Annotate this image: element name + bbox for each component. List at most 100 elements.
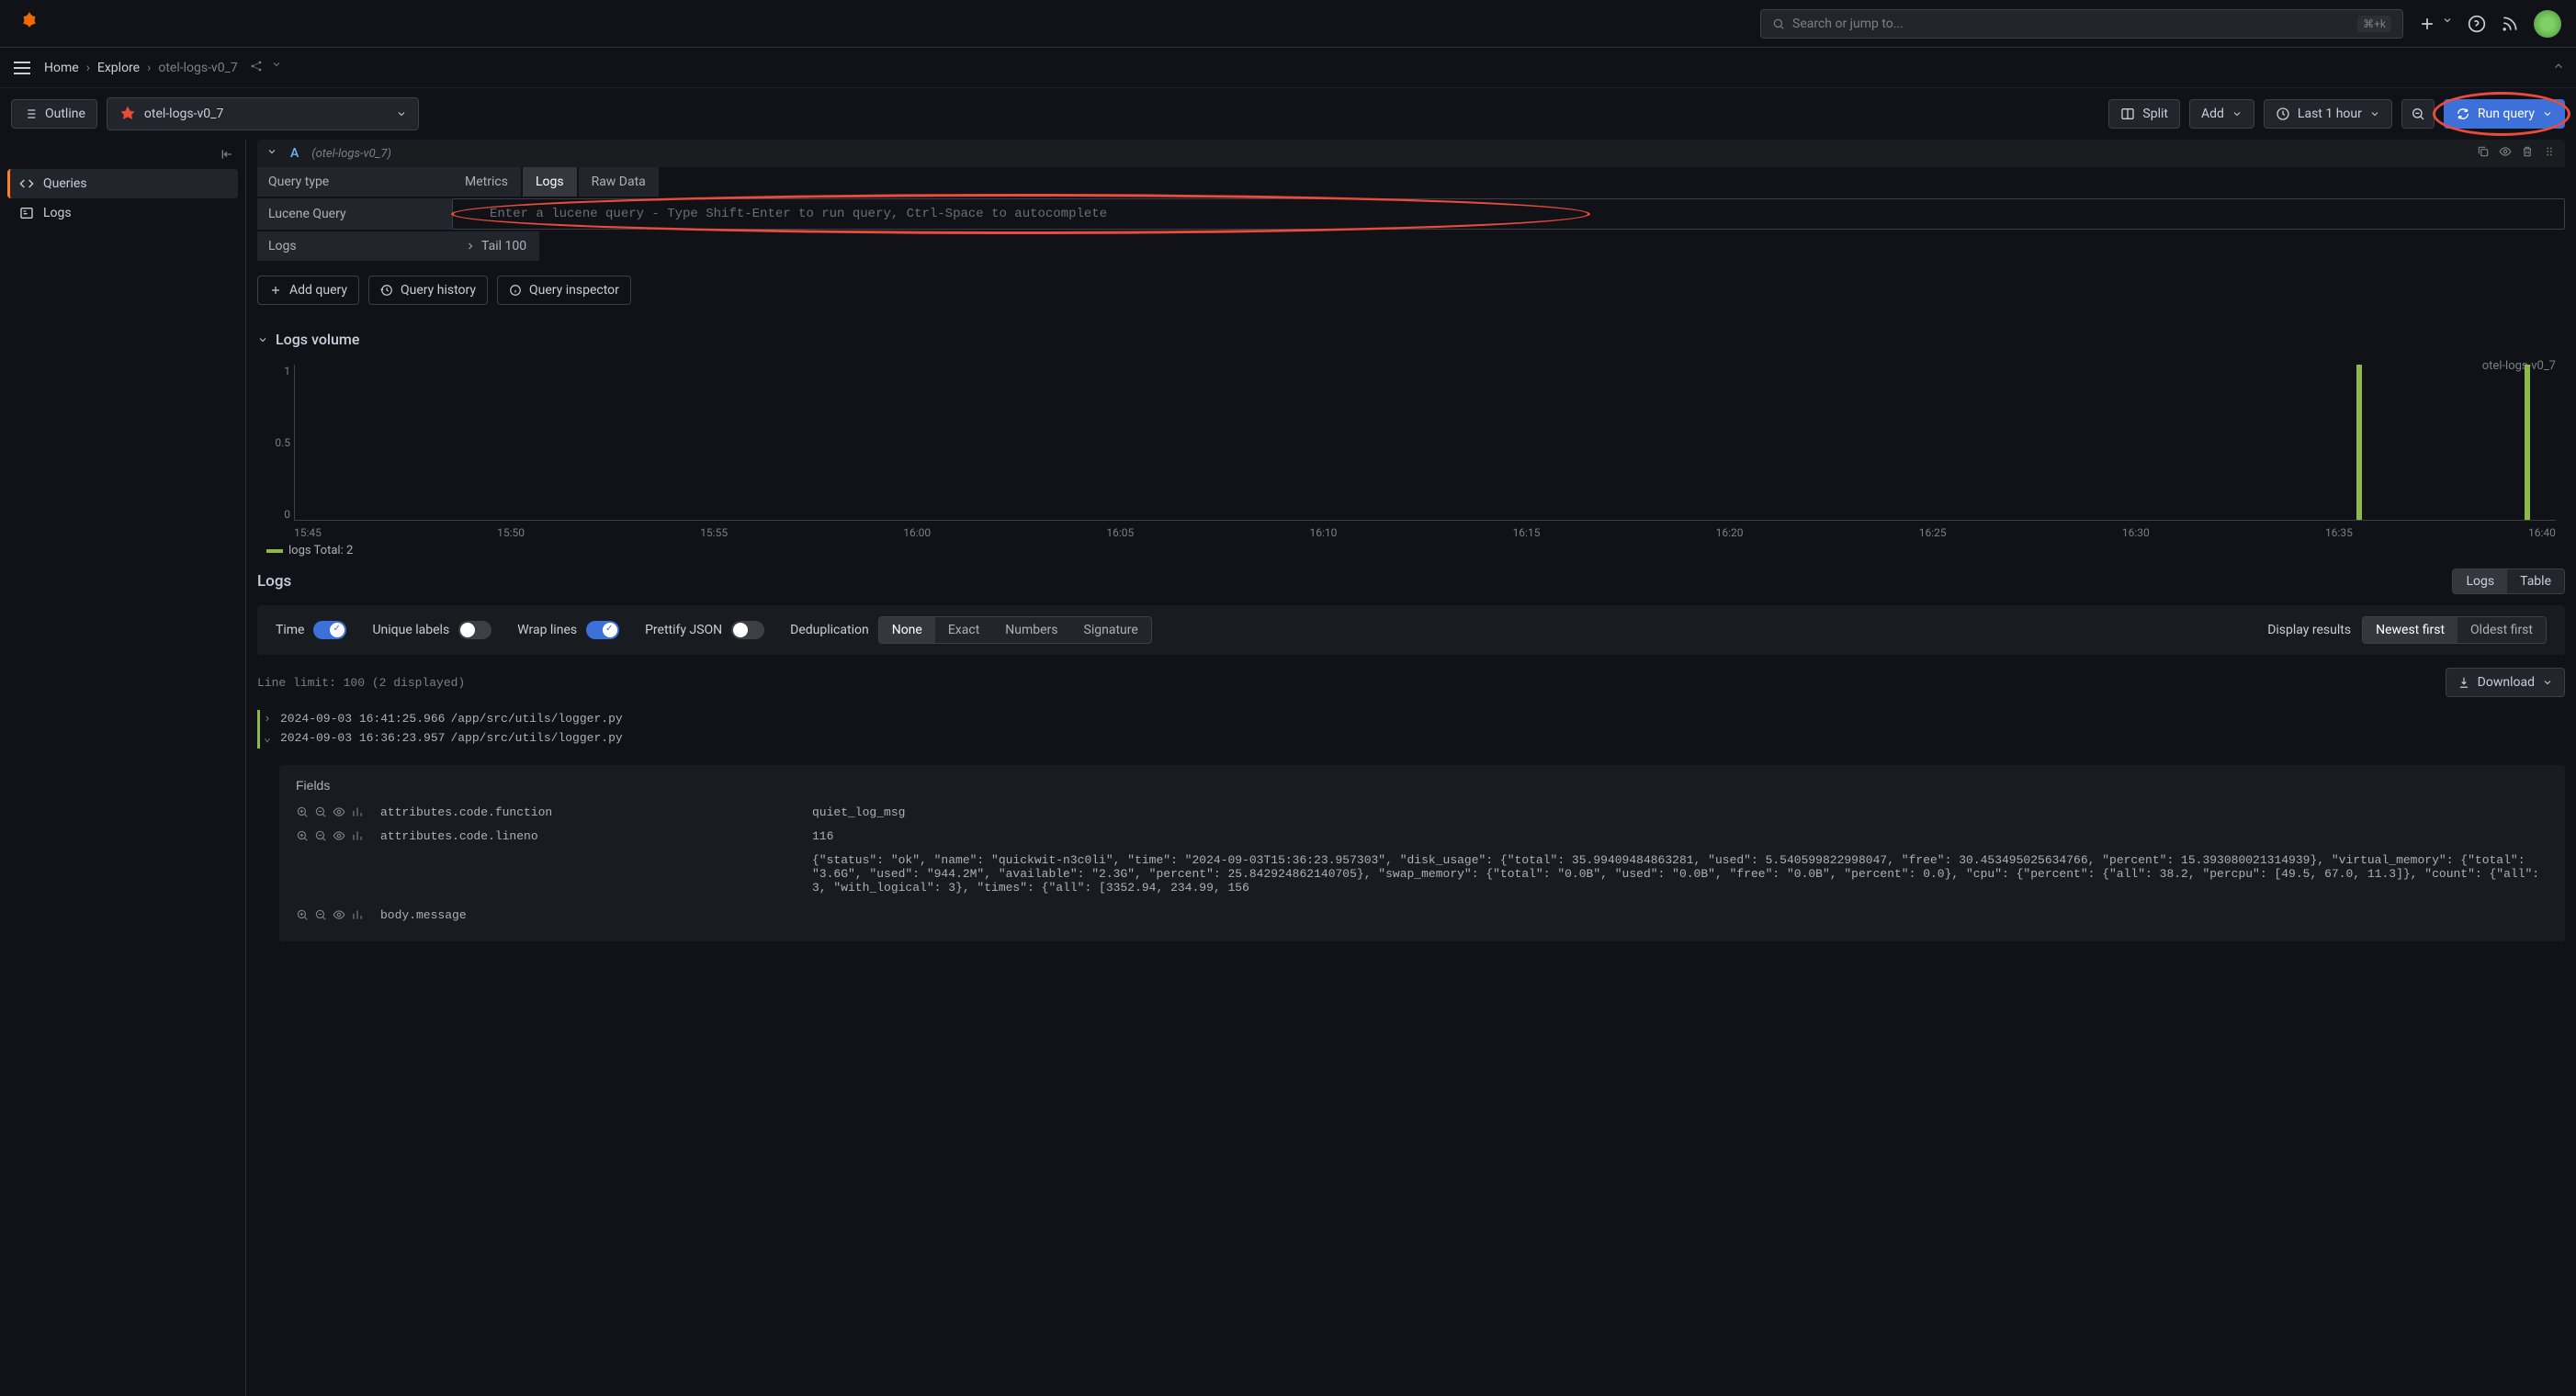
eye-icon[interactable] xyxy=(333,805,345,822)
eye-icon[interactable] xyxy=(333,829,345,846)
outline-button[interactable]: Outline xyxy=(11,99,97,129)
drag-query-icon[interactable] xyxy=(2543,145,2556,162)
chevron-down-icon[interactable] xyxy=(271,59,282,77)
breadcrumb-sep: › xyxy=(147,61,151,75)
dedup-label: Deduplication xyxy=(790,623,869,637)
chevron-down-icon xyxy=(2231,108,2243,119)
collapse-log-icon[interactable]: ⌄ xyxy=(264,729,275,749)
tail-option[interactable]: Tail 100 xyxy=(452,231,539,261)
filter-in-icon[interactable] xyxy=(296,908,309,925)
query-letter[interactable]: A xyxy=(290,146,299,161)
download-button[interactable]: Download xyxy=(2446,668,2565,697)
logs-volume-header[interactable]: Logs volume xyxy=(257,323,2565,355)
info-icon xyxy=(509,284,522,297)
dedup-exact[interactable]: Exact xyxy=(935,617,992,643)
logs-view-toggle: Logs Table xyxy=(2452,569,2565,594)
logs-panel-header: Logs Logs Table xyxy=(257,557,2565,605)
search-kbd: ⌘+k xyxy=(2357,16,2391,32)
stats-icon[interactable] xyxy=(351,908,364,925)
field-row: body.message {"status": "ok", "name": "q… xyxy=(296,850,2548,929)
query-inspector-button[interactable]: Query inspector xyxy=(497,276,631,305)
copy-query-icon[interactable] xyxy=(2477,145,2490,162)
field-row: attributes.code.lineno 116 xyxy=(296,826,2548,850)
chevron-down-icon xyxy=(257,334,268,345)
breadcrumb-home[interactable]: Home xyxy=(44,61,79,75)
query-history-button[interactable]: Query history xyxy=(368,276,488,305)
sidebar-collapse-button[interactable] xyxy=(7,143,238,169)
query-type-logs[interactable]: Logs xyxy=(523,167,577,197)
logs-title: Logs xyxy=(257,572,291,591)
wrap-lines-toggle-label: Wrap lines xyxy=(517,623,577,637)
sort-oldest[interactable]: Oldest first xyxy=(2457,617,2546,643)
dedup-none[interactable]: None xyxy=(879,617,935,643)
line-limit-text: Line limit: 100 (2 displayed) xyxy=(257,676,465,690)
delete-query-icon[interactable] xyxy=(2521,145,2534,162)
time-range-picker[interactable]: Last 1 hour xyxy=(2264,99,2392,129)
field-name: attributes.code.lineno xyxy=(380,829,812,843)
split-button[interactable]: Split xyxy=(2108,99,2180,129)
stats-icon[interactable] xyxy=(351,829,364,846)
query-row-header: A (otel-logs-v0_7) xyxy=(257,140,2565,167)
line-limit-row: Line limit: 100 (2 displayed) Download xyxy=(257,655,2565,710)
time-toggle[interactable] xyxy=(313,621,346,639)
add-query-button[interactable]: Add query xyxy=(257,276,359,305)
help-icon[interactable] xyxy=(2468,15,2486,33)
zoom-out-button[interactable] xyxy=(2401,99,2435,129)
global-search[interactable]: Search or jump to... ⌘+k xyxy=(1760,9,2403,39)
grafana-logo[interactable] xyxy=(15,9,44,39)
filter-out-icon[interactable] xyxy=(314,805,327,822)
query-actions: Add query Query history Query inspector xyxy=(257,263,2565,323)
unique-labels-toggle[interactable] xyxy=(458,621,491,639)
stats-icon[interactable] xyxy=(351,805,364,822)
run-query-button[interactable]: Run query xyxy=(2444,99,2565,129)
breadcrumb-explore[interactable]: Explore xyxy=(97,61,140,75)
sidebar-item-queries[interactable]: Queries xyxy=(7,169,238,198)
filter-out-icon[interactable] xyxy=(314,829,327,846)
refresh-icon xyxy=(2456,107,2470,121)
chevron-right-icon xyxy=(465,241,476,252)
add-button[interactable]: Add xyxy=(2189,99,2254,129)
list-icon xyxy=(23,107,38,121)
tab-logs[interactable]: Logs xyxy=(2453,569,2507,593)
field-row: attributes.code.function quiet_log_msg xyxy=(296,802,2548,826)
filter-in-icon[interactable] xyxy=(296,829,309,846)
field-value: quiet_log_msg xyxy=(812,805,2548,819)
breadcrumb-actions xyxy=(249,59,282,77)
chevron-down-icon xyxy=(2369,108,2380,119)
quickwit-icon xyxy=(119,105,137,123)
toggle-query-visibility-icon[interactable] xyxy=(2499,145,2512,162)
collapse-header-icon[interactable] xyxy=(2552,60,2565,76)
share-icon[interactable] xyxy=(249,59,264,77)
field-name: attributes.code.function xyxy=(380,805,812,819)
plus-icon xyxy=(269,284,282,297)
expand-log-icon[interactable]: › xyxy=(264,710,275,729)
dedup-numbers[interactable]: Numbers xyxy=(992,617,1070,643)
chevron-down-icon[interactable] xyxy=(2442,15,2453,33)
search-placeholder: Search or jump to... xyxy=(1792,17,1904,31)
wrap-lines-toggle[interactable] xyxy=(586,621,619,639)
collapse-query-icon[interactable] xyxy=(266,146,277,161)
top-header: Search or jump to... ⌘+k xyxy=(0,0,2576,48)
collapse-left-icon xyxy=(220,147,234,162)
dedup-signature[interactable]: Signature xyxy=(1071,617,1151,643)
menu-toggle[interactable] xyxy=(11,57,33,79)
eye-icon[interactable] xyxy=(333,908,345,925)
sort-newest[interactable]: Newest first xyxy=(2363,617,2457,643)
filter-in-icon[interactable] xyxy=(296,805,309,822)
logs-volume-chart[interactable]: otel-logs-v0_7 1 0.5 0 15:45 15:50 15:55… xyxy=(257,355,2565,557)
log-entry[interactable]: › 2024-09-03 16:41:25.966 /app/src/utils… xyxy=(257,710,2565,729)
add-menu-icon[interactable] xyxy=(2418,15,2436,33)
news-icon[interactable] xyxy=(2501,15,2519,33)
lucene-query-input[interactable] xyxy=(453,199,2564,229)
datasource-picker[interactable]: otel-logs-v0_7 xyxy=(107,97,419,130)
sidebar-item-logs[interactable]: Logs xyxy=(7,198,238,228)
clock-icon xyxy=(2276,107,2290,121)
filter-out-icon[interactable] xyxy=(314,908,327,925)
prettify-json-toggle[interactable] xyxy=(731,621,764,639)
query-type-metrics[interactable]: Metrics xyxy=(452,167,521,197)
log-entry[interactable]: ⌄ 2024-09-03 16:36:23.957 /app/src/utils… xyxy=(257,729,2565,749)
query-type-rawdata[interactable]: Raw Data xyxy=(579,167,659,197)
chevron-down-icon xyxy=(396,108,407,119)
tab-table[interactable]: Table xyxy=(2507,569,2564,593)
user-avatar[interactable] xyxy=(2534,10,2561,38)
